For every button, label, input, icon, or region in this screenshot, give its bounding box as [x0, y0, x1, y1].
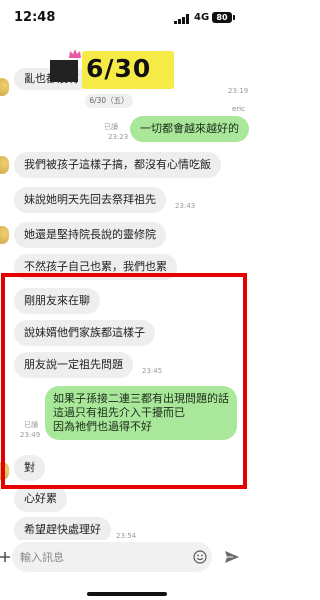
read-status: 已讀	[104, 123, 118, 131]
message-bubble: 不然孩子自己也累，我們也累	[14, 254, 177, 280]
contact-avatar[interactable]	[0, 156, 9, 174]
sender-name: eric	[232, 105, 245, 113]
network-type: 4G	[194, 12, 210, 23]
signal-icon	[174, 14, 190, 24]
message-bubble: 她還是堅持院長說的靈修院	[14, 222, 166, 248]
date-sticker: 6/30	[46, 48, 176, 92]
status-time: 12:48	[14, 10, 56, 25]
message-bubble: 妹說她明天先回去祭拜祖先	[14, 187, 166, 213]
message-time: 23:54	[116, 532, 137, 540]
sticker-date-text: 6/30	[86, 54, 152, 83]
message-line: 因為祂們也過得不好	[53, 420, 152, 433]
chat-area[interactable]: 亂也都沒有 23:19 6/30 6/30（五） eric 已讀 23:23 一…	[0, 32, 254, 540]
plus-icon[interactable]	[0, 550, 12, 564]
crown-icon	[69, 49, 81, 58]
message-line: 這過只有祖先介入干擾而已	[53, 406, 185, 419]
read-status: 已讀	[24, 421, 38, 429]
message-time: 23:49	[20, 431, 41, 439]
message-bubble: 朋友說一定祖先問題	[14, 352, 133, 378]
message-bubble: 希望趕快處理好	[14, 517, 111, 540]
message-time: 23:19	[228, 87, 249, 95]
message-bubble: 剛朋友來在聊	[14, 288, 100, 314]
message-time: 23:43	[175, 202, 196, 210]
message-time: 23:45	[142, 367, 163, 375]
status-bar: 12:48 4G 80	[0, 0, 254, 32]
redaction-block	[50, 60, 78, 82]
emoji-icon[interactable]	[193, 550, 207, 564]
message-input[interactable]	[12, 542, 212, 572]
message-line: 如果子孫接二連三都有出現問題的話	[53, 392, 229, 405]
home-indicator[interactable]	[87, 592, 167, 596]
contact-avatar[interactable]	[0, 462, 9, 480]
send-icon[interactable]	[224, 549, 240, 565]
contact-avatar[interactable]	[0, 78, 9, 96]
input-bar	[0, 540, 254, 600]
contact-avatar[interactable]	[0, 226, 9, 244]
date-divider: 6/30（五）	[85, 94, 133, 108]
message-bubble: 對	[14, 455, 45, 481]
message-bubble-out: 如果子孫接二連三都有出現問題的話 這過只有祖先介入干擾而已 因為祂們也過得不好	[45, 386, 237, 440]
message-time: 23:23	[108, 133, 129, 141]
message-bubble: 我們被孩子這樣子搞，都沒有心情吃飯	[14, 152, 221, 178]
battery-icon: 80	[212, 12, 235, 23]
message-bubble-out: 一切都會越來越好的	[130, 116, 249, 142]
message-bubble: 說妹婿他們家族都這樣子	[14, 320, 155, 346]
message-bubble: 心好累	[14, 486, 67, 512]
